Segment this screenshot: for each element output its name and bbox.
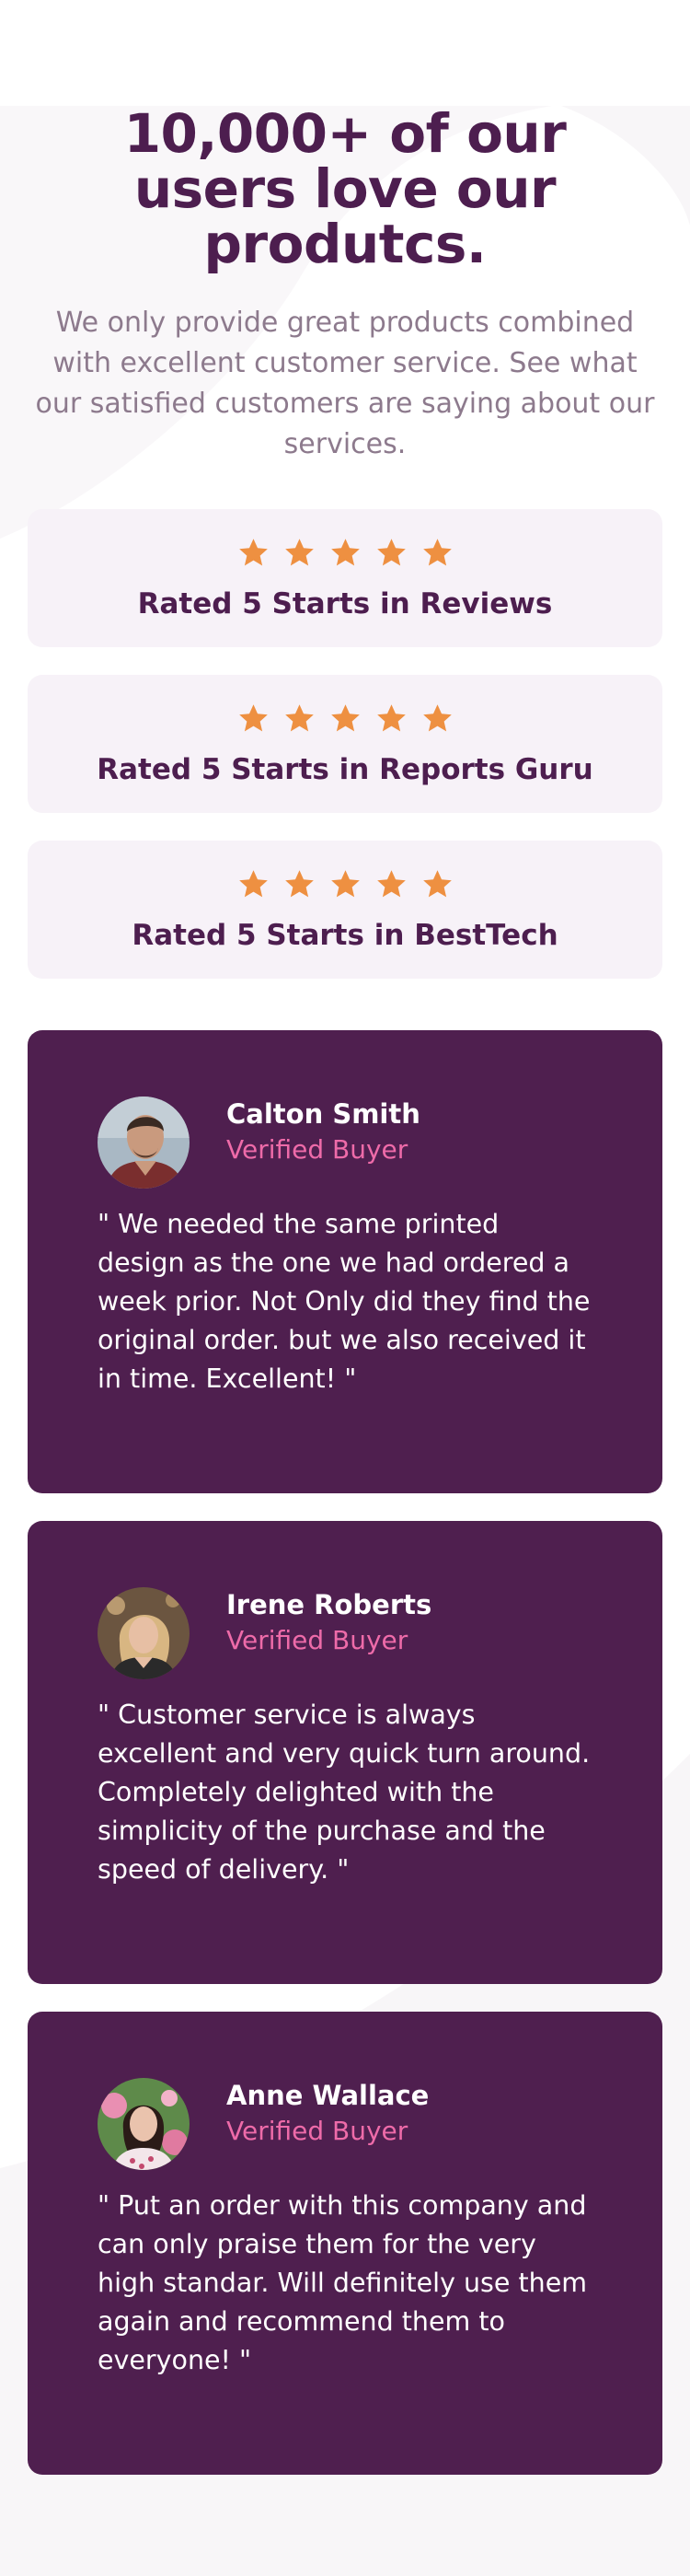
- rating-label: Rated 5 Starts in BestTech: [132, 918, 558, 952]
- hero-description: We only provide great products combined …: [35, 307, 655, 460]
- star-icon: [284, 538, 314, 565]
- rating-card-reviews: Rated 5 Starts in Reviews: [28, 509, 662, 647]
- avatar-anne-icon: [98, 2078, 190, 2170]
- testimonial-meta: Irene Roberts Verified Buyer: [226, 1587, 431, 1659]
- rating-label: Rated 5 Starts in Reports Guru: [97, 752, 593, 786]
- star-icon: [422, 538, 452, 565]
- star-icon: [238, 703, 268, 731]
- star-rating: [236, 537, 454, 569]
- verified-badge: Verified Buyer: [226, 1625, 408, 1655]
- testimonial-card-anne: Anne Wallace Verified Buyer " Put an ord…: [28, 2012, 662, 2475]
- testimonials-list: Calton Smith Verified Buyer " We needed …: [28, 1030, 662, 2475]
- verified-badge: Verified Buyer: [226, 2116, 408, 2146]
- star-icon: [376, 869, 406, 897]
- star-icon: [330, 538, 360, 565]
- star-icon: [376, 538, 406, 565]
- avatar-calton-icon: [98, 1097, 190, 1189]
- rating-card-besttech: Rated 5 Starts in BestTech: [28, 841, 662, 979]
- testimonial-header: Calton Smith Verified Buyer: [98, 1097, 592, 1189]
- rating-label: Rated 5 Starts in Reviews: [137, 586, 553, 621]
- avatar-irene-icon: [98, 1587, 190, 1679]
- testimonial-card-irene: Irene Roberts Verified Buyer " Customer …: [28, 1521, 662, 1984]
- star-icon: [284, 703, 314, 731]
- hero-title: 10,000+ of our users love our produtcs.: [123, 102, 567, 275]
- testimonial-quote: " Customer service is always excellent a…: [98, 1700, 591, 1885]
- star-icon: [284, 869, 314, 897]
- testimonial-meta: Calton Smith Verified Buyer: [226, 1097, 420, 1168]
- star-rating: [236, 702, 454, 735]
- star-icon: [422, 703, 452, 731]
- customer-name: Anne Wallace: [226, 2080, 430, 2111]
- star-icon: [376, 703, 406, 731]
- star-icon: [422, 869, 452, 897]
- star-icon: [330, 869, 360, 897]
- star-rating: [236, 868, 454, 900]
- customer-name: Irene Roberts: [226, 1589, 432, 1620]
- testimonial-quote: " We needed the same printed design as t…: [98, 1209, 591, 1394]
- verified-badge: Verified Buyer: [226, 1134, 408, 1165]
- star-icon: [330, 703, 360, 731]
- testimonial-meta: Anne Wallace Verified Buyer: [226, 2078, 429, 2150]
- testimonial-card-calton: Calton Smith Verified Buyer " We needed …: [28, 1030, 662, 1493]
- rating-card-reports-guru: Rated 5 Starts in Reports Guru: [28, 675, 662, 813]
- customer-name: Calton Smith: [226, 1098, 420, 1130]
- testimonial-header: Anne Wallace Verified Buyer: [98, 2078, 592, 2170]
- testimonial-header: Irene Roberts Verified Buyer: [98, 1587, 592, 1679]
- star-icon: [238, 869, 268, 897]
- page-container: 10,000+ of our users love our produtcs. …: [0, 106, 690, 2475]
- star-icon: [238, 538, 268, 565]
- testimonial-quote: " Put an order with this company and can…: [98, 2190, 588, 2375]
- ratings-list: Rated 5 Starts in Reviews Rated 5 Starts…: [28, 509, 662, 979]
